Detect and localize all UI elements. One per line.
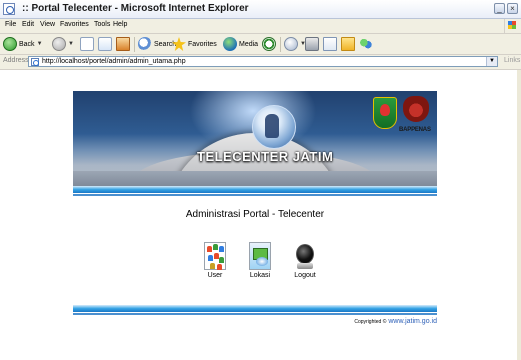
title-bar: :: Portal Telecenter - Microsoft Interne… — [0, 0, 521, 19]
minimize-button[interactable]: _ — [494, 3, 505, 14]
address-bar: Address http://localhost/portel/admin/ad… — [0, 55, 521, 70]
favorites-label: Favorites — [188, 40, 217, 48]
bappenas-label: BAPPENAS — [399, 127, 431, 133]
menu-file[interactable]: File — [5, 21, 16, 28]
refresh-button[interactable] — [98, 36, 112, 52]
toolbar-separator — [280, 37, 281, 52]
folder-button[interactable] — [341, 36, 355, 52]
edit-button[interactable] — [323, 36, 337, 52]
menu-view[interactable]: View — [40, 21, 55, 28]
banner-base — [73, 171, 437, 186]
toolbar: Back ▼ ▼ Search Favorites Media ▼ — [0, 34, 521, 55]
favorites-button[interactable]: Favorites — [172, 36, 217, 52]
garuda-logo — [399, 96, 433, 122]
logout-icon[interactable] — [294, 242, 316, 270]
toolbar-separator — [134, 37, 135, 52]
print-icon — [305, 37, 319, 51]
media-icon — [223, 37, 237, 51]
home-icon — [116, 37, 130, 51]
address-label: Address — [3, 57, 29, 64]
menu-bar: File Edit View Favorites Tools Help — [0, 19, 521, 34]
users-icon[interactable] — [204, 242, 226, 270]
home-button[interactable] — [116, 36, 130, 52]
menu-tools[interactable]: Tools — [94, 21, 110, 28]
messenger-icon — [359, 37, 373, 51]
links-button[interactable]: Links — [504, 57, 520, 64]
address-dropdown-icon[interactable]: ▼ — [486, 57, 497, 66]
favorites-star-icon — [172, 37, 186, 51]
banner-title: TELECENTER JATIM — [197, 149, 334, 164]
close-button[interactable]: × — [507, 3, 518, 14]
back-arrow-icon — [3, 37, 17, 51]
forward-dropdown-icon[interactable]: ▼ — [68, 41, 74, 47]
mail-button[interactable]: ▼ — [284, 36, 306, 52]
mail-icon — [284, 37, 298, 51]
search-button[interactable]: Search — [138, 36, 176, 52]
stop-icon — [80, 37, 94, 51]
menu-logout-link[interactable]: Logout — [290, 242, 320, 279]
media-button[interactable]: Media — [223, 36, 258, 52]
user-label[interactable]: User — [200, 272, 230, 279]
copyright-site-link[interactable]: www.jatim.go.id — [388, 318, 437, 325]
window-title: :: Portal Telecenter - Microsoft Interne… — [22, 3, 249, 14]
ie-page-icon — [3, 3, 15, 15]
logout-label[interactable]: Logout — [290, 272, 320, 279]
jatim-shield-logo — [373, 97, 397, 129]
back-dropdown-icon[interactable]: ▼ — [37, 41, 43, 47]
menu-favorites[interactable]: Favorites — [60, 21, 89, 28]
header-divider-bar — [73, 186, 437, 193]
history-button[interactable] — [262, 36, 276, 52]
stop-button[interactable] — [80, 36, 94, 52]
page-icon — [31, 58, 39, 66]
menu-user-link[interactable]: User — [200, 242, 230, 279]
footer-divider-line — [73, 313, 437, 315]
address-url[interactable]: http://localhost/portel/admin/admin_utam… — [42, 58, 186, 65]
copyright: Copyrighted © www.jatim.go.id — [260, 318, 437, 325]
lokasi-label[interactable]: Lokasi — [245, 272, 275, 279]
history-icon — [262, 37, 276, 51]
windows-logo-icon — [504, 19, 519, 33]
address-input[interactable]: http://localhost/portel/admin/admin_utam… — [28, 56, 498, 67]
media-label: Media — [239, 40, 259, 48]
refresh-icon — [98, 37, 112, 51]
location-icon[interactable] — [249, 242, 271, 270]
vertical-scrollbar[interactable] — [517, 70, 521, 360]
print-button[interactable] — [305, 36, 319, 52]
edit-document-icon — [323, 37, 337, 51]
back-label: Back — [19, 40, 35, 48]
copyright-prefix: Copyrighted © — [354, 319, 387, 325]
menu-edit[interactable]: Edit — [22, 21, 34, 28]
menu-help[interactable]: Help — [113, 21, 127, 28]
messenger-button[interactable] — [359, 36, 373, 52]
footer-divider-bar — [73, 305, 437, 312]
person-silhouette-icon — [265, 114, 279, 138]
page-heading: Administrasi Portal - Telecenter — [185, 209, 325, 220]
folder-icon — [341, 37, 355, 51]
back-button[interactable]: Back ▼ — [3, 36, 43, 52]
menu-lokasi-link[interactable]: Lokasi — [245, 242, 275, 279]
search-icon — [138, 37, 152, 51]
header-divider-line — [73, 194, 437, 196]
header-banner: TELECENTER JATIM BAPPENAS U N D P — [73, 91, 437, 186]
forward-button[interactable]: ▼ — [52, 36, 74, 52]
forward-arrow-icon — [52, 37, 66, 51]
